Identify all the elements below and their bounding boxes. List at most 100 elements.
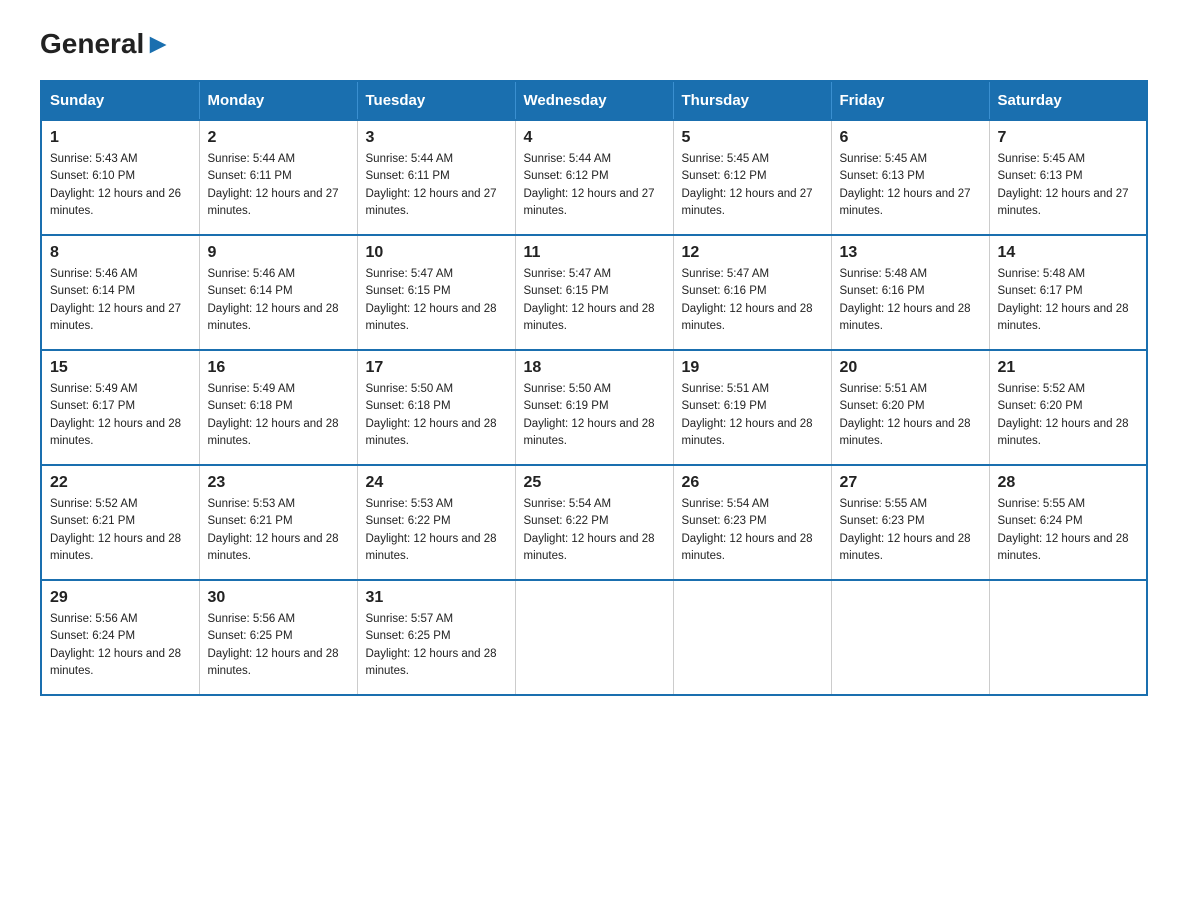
day-info: Sunrise: 5:49 AMSunset: 6:18 PMDaylight:… — [208, 381, 349, 450]
day-number: 13 — [840, 244, 981, 262]
weekday-header-wednesday: Wednesday — [515, 81, 673, 120]
daylight-label: Daylight: 12 hours and 28 minutes. — [366, 303, 497, 332]
sunrise-label: Sunrise: 5:51 AM — [682, 383, 770, 395]
sunrise-label: Sunrise: 5:53 AM — [366, 498, 454, 510]
daylight-label: Daylight: 12 hours and 26 minutes. — [50, 188, 181, 217]
calendar-cell: 23 Sunrise: 5:53 AMSunset: 6:21 PMDayligh… — [199, 465, 357, 580]
calendar-cell: 28 Sunrise: 5:55 AMSunset: 6:24 PMDayligh… — [989, 465, 1147, 580]
day-info: Sunrise: 5:44 AMSunset: 6:11 PMDaylight:… — [366, 151, 507, 220]
sunset-label: Sunset: 6:25 PM — [208, 630, 293, 642]
calendar-cell: 31 Sunrise: 5:57 AMSunset: 6:25 PMDayligh… — [357, 580, 515, 695]
day-number: 18 — [524, 359, 665, 377]
daylight-label: Daylight: 12 hours and 28 minutes. — [366, 418, 497, 447]
sunset-label: Sunset: 6:16 PM — [840, 285, 925, 297]
logo: General► — [40, 30, 172, 60]
day-number: 26 — [682, 474, 823, 492]
sunset-label: Sunset: 6:24 PM — [50, 630, 135, 642]
day-number: 31 — [366, 589, 507, 607]
calendar-cell: 30Sunrise: 5:56 AMSunset: 6:25 PMDayligh… — [199, 580, 357, 695]
daylight-label: Daylight: 12 hours and 28 minutes. — [208, 648, 339, 677]
day-number: 9 — [208, 244, 349, 262]
calendar-cell: 24Sunrise: 5:53 AMSunset: 6:22 PMDayligh… — [357, 465, 515, 580]
sunset-label: Sunset: 6:19 PM — [682, 400, 767, 412]
day-info: Sunrise: 5:56 AM Sunset: 6:25 PM Daylight:… — [208, 611, 349, 680]
day-number: 4 — [524, 129, 665, 147]
sunrise-label: Sunrise: 5:51 AM — [840, 383, 928, 395]
sunset-label: Sunset: 6:12 PM — [682, 170, 767, 182]
sunrise-label: Sunrise: 5:44 AM — [208, 153, 296, 165]
calendar-week-row: 29Sunrise: 5:56 AMSunset: 6:24 PMDayligh… — [41, 580, 1147, 695]
daylight-label: Daylight: 12 hours and 28 minutes. — [682, 418, 813, 447]
day-info: Sunrise: 5:44 AMSunset: 6:12 PMDaylight:… — [524, 151, 665, 220]
calendar-cell: 29Sunrise: 5:56 AMSunset: 6:24 PMDayligh… — [41, 580, 199, 695]
calendar-cell — [673, 580, 831, 695]
sunrise-label: Sunrise: 5:47 AM — [682, 268, 770, 280]
calendar-cell: 25Sunrise: 5:54 AMSunset: 6:22 PMDayligh… — [515, 465, 673, 580]
calendar-cell: 15Sunrise: 5:49 AMSunset: 6:17 PMDayligh… — [41, 350, 199, 465]
day-info: Sunrise: 5:47 AMSunset: 6:16 PMDaylight:… — [682, 266, 823, 335]
day-info: Sunrise: 5:57 AMSunset: 6:25 PMDaylight:… — [366, 611, 507, 680]
daylight-label: Daylight: 12 hours and 28 minutes. — [840, 533, 971, 562]
sunset-label: Sunset: 6:20 PM — [840, 400, 925, 412]
calendar-body: 1 Sunrise: 5:43 AM Sunset: 6:10 PM Daylight… — [41, 120, 1147, 695]
day-number: 20 — [840, 359, 981, 377]
daylight-label: Daylight: 12 hours and 27 minutes. — [366, 188, 497, 217]
sunset-label: Sunset: 6:11 PM — [208, 170, 292, 182]
sunset-label: Sunset: 6:17 PM — [50, 400, 135, 412]
sunset-label: Sunset: 6:10 PM — [50, 170, 135, 182]
calendar-cell: 26Sunrise: 5:54 AMSunset: 6:23 PMDayligh… — [673, 465, 831, 580]
day-number: 5 — [682, 129, 823, 147]
day-info: Sunrise: 5:52 AMSunset: 6:21 PMDaylight:… — [50, 496, 191, 565]
daylight-label: Daylight: 12 hours and 28 minutes. — [998, 533, 1129, 562]
sunrise-label: Sunrise: 5:52 AM — [998, 383, 1086, 395]
daylight-label: Daylight: 12 hours and 28 minutes. — [524, 418, 655, 447]
sunrise-label: Sunrise: 5:45 AM — [998, 153, 1086, 165]
daylight-label: Daylight: 12 hours and 28 minutes. — [366, 648, 497, 677]
calendar-cell: 2Sunrise: 5:44 AMSunset: 6:11 PMDaylight… — [199, 120, 357, 235]
sunrise-label: Sunrise: 5:43 AM — [50, 153, 138, 165]
day-number: 23 — [208, 474, 349, 492]
day-info: Sunrise: 5:55 AMSunset: 6:24 PMDaylight:… — [998, 496, 1139, 565]
sunset-label: Sunset: 6:16 PM — [682, 285, 767, 297]
sunrise-label: Sunrise: 5:52 AM — [50, 498, 138, 510]
sunrise-label: Sunrise: 5:48 AM — [840, 268, 928, 280]
calendar-cell: 16Sunrise: 5:49 AMSunset: 6:18 PMDayligh… — [199, 350, 357, 465]
sunset-label: Sunset: 6:19 PM — [524, 400, 609, 412]
day-info: Sunrise: 5:56 AMSunset: 6:24 PMDaylight:… — [50, 611, 191, 680]
day-info: Sunrise: 5:53 AMSunset: 6:21 PMDaylight:… — [208, 496, 349, 565]
day-number: 11 — [524, 244, 665, 262]
sunset-label: Sunset: 6:22 PM — [524, 515, 609, 527]
calendar-week-row: 15Sunrise: 5:49 AMSunset: 6:17 PMDayligh… — [41, 350, 1147, 465]
day-info: Sunrise: 5:45 AMSunset: 6:13 PMDaylight:… — [998, 151, 1139, 220]
calendar-week-row: 1 Sunrise: 5:43 AM Sunset: 6:10 PM Daylight… — [41, 120, 1147, 235]
calendar-cell: 22Sunrise: 5:52 AMSunset: 6:21 PMDayligh… — [41, 465, 199, 580]
sunrise-label: Sunrise: 5:54 AM — [682, 498, 770, 510]
sunrise-label: Sunrise: 5:47 AM — [366, 268, 454, 280]
sunset-label: Sunset: 6:18 PM — [208, 400, 293, 412]
sunset-label: Sunset: 6:15 PM — [366, 285, 451, 297]
calendar-cell: 19Sunrise: 5:51 AMSunset: 6:19 PMDayligh… — [673, 350, 831, 465]
day-number: 17 — [366, 359, 507, 377]
day-number: 27 — [840, 474, 981, 492]
day-number: 28 — [998, 474, 1139, 492]
calendar-week-row: 22Sunrise: 5:52 AMSunset: 6:21 PMDayligh… — [41, 465, 1147, 580]
day-number: 1 — [50, 129, 191, 147]
daylight-label: Daylight: 12 hours and 28 minutes. — [50, 418, 181, 447]
day-number: 15 — [50, 359, 191, 377]
calendar-cell: 8Sunrise: 5:46 AMSunset: 6:14 PMDaylight… — [41, 235, 199, 350]
daylight-label: Daylight: 12 hours and 27 minutes. — [50, 303, 181, 332]
sunset-label: Sunset: 6:13 PM — [840, 170, 925, 182]
daylight-label: Daylight: 12 hours and 28 minutes. — [682, 533, 813, 562]
calendar-cell: 11Sunrise: 5:47 AMSunset: 6:15 PMDayligh… — [515, 235, 673, 350]
day-info: Sunrise: 5:47 AM Sunset: 6:15 PM Daylight:… — [366, 266, 507, 335]
daylight-label: Daylight: 12 hours and 28 minutes. — [208, 533, 339, 562]
logo-line1: General► — [40, 30, 172, 58]
weekday-header-friday: Friday — [831, 81, 989, 120]
weekday-header-sunday: Sunday — [41, 81, 199, 120]
sunrise-label: Sunrise: 5:56 AM — [208, 613, 296, 625]
sunrise-label: Sunrise: 5:50 AM — [366, 383, 454, 395]
daylight-label: Daylight: 12 hours and 28 minutes. — [998, 303, 1129, 332]
calendar-cell: 3Sunrise: 5:44 AMSunset: 6:11 PMDaylight… — [357, 120, 515, 235]
sunrise-label: Sunrise: 5:45 AM — [840, 153, 928, 165]
daylight-label: Daylight: 12 hours and 28 minutes. — [208, 303, 339, 332]
